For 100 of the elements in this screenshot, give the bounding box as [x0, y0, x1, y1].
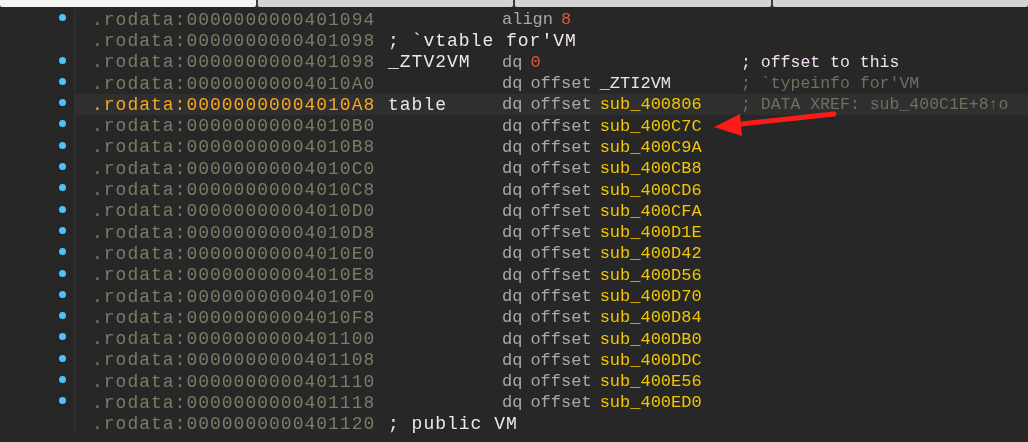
operand: sub_400DDC: [599, 350, 702, 370]
label: table: [388, 94, 447, 115]
operand-prefix: offset: [530, 116, 592, 136]
comment: ; offset to this: [741, 52, 900, 72]
operand-prefix: offset: [530, 244, 592, 264]
operand: sub_400806: [599, 95, 702, 115]
listing-row[interactable]: .rodata:00000000004010E8 dq offset sub_400D56: [0, 264, 1028, 286]
operand: sub_400C9A: [599, 137, 702, 157]
mnemonic: dq: [502, 372, 523, 392]
mnemonic: dq: [502, 329, 523, 349]
listing-row[interactable]: .rodata:00000000004010B0 dq offset sub_400C7C: [0, 115, 1028, 137]
address: .rodata:00000000004010F8: [92, 307, 377, 328]
address: .rodata:00000000004010A8: [92, 94, 377, 115]
address: .rodata:0000000000401120: [92, 414, 377, 435]
mnemonic: dq: [502, 244, 523, 264]
address: .rodata:00000000004010D8: [92, 222, 377, 243]
operand: sub_400CFA: [599, 201, 702, 221]
address: .rodata:00000000004010C8: [92, 180, 377, 200]
mnemonic: dq: [502, 159, 523, 179]
operand-prefix: offset: [530, 223, 592, 243]
mnemonic: dq: [502, 180, 523, 200]
listing-row[interactable]: .rodata:00000000004010C8 dq offset sub_400CD6: [0, 179, 1028, 201]
operand-prefix: offset: [530, 95, 592, 115]
operand-prefix: offset: [530, 350, 592, 370]
listing-row[interactable]: .rodata:00000000004010D0 dq offset sub_400CFA: [0, 200, 1028, 222]
address: .rodata:00000000004010B0: [92, 116, 377, 137]
operand: sub_400E56: [599, 372, 702, 392]
operand: sub_400DB0: [599, 329, 702, 349]
listing-row[interactable]: .rodata:00000000004010F0 dq offset sub_400D70: [0, 285, 1028, 308]
address: .rodata:0000000000401098: [92, 30, 377, 51]
mnemonic: dq: [502, 308, 523, 328]
listing-row[interactable]: .rodata:00000000004010A8 table dq offset sub_400806 ; DATA XREF: sub_400C1E+8↑o: [0, 94, 1028, 116]
listing-row[interactable]: .rodata:0000000000401100 dq offset sub_400DB0: [0, 328, 1028, 350]
address: .rodata:00000000004010C0: [92, 158, 377, 179]
address: .rodata:0000000000401098: [92, 52, 377, 73]
operand: sub_400D42: [599, 244, 702, 264]
operand: sub_400C7C: [599, 116, 702, 136]
comment: ; public VM: [388, 414, 518, 435]
label: _ZTV2VM: [388, 52, 471, 73]
address: .rodata:0000000000401110: [92, 371, 377, 392]
mnemonic: align: [502, 10, 553, 30]
listing-row[interactable]: .rodata:0000000000401120 ; public VM: [0, 413, 1028, 435]
operand: sub_400CD6: [599, 180, 702, 200]
listing-row[interactable]: .rodata:00000000004010B8 dq offset sub_400C9A: [0, 136, 1028, 159]
operand-prefix: offset: [530, 265, 592, 285]
comment: ; `typeinfo for'VM: [741, 74, 920, 94]
address: .rodata:00000000004010A0: [92, 73, 377, 94]
operand: 0: [530, 52, 541, 72]
operand: sub_400D70: [599, 287, 702, 306]
address: .rodata:00000000004010D0: [92, 201, 377, 222]
mnemonic: dq: [502, 223, 523, 243]
operand: sub_400D84: [599, 308, 702, 328]
mnemonic: dq: [502, 265, 523, 285]
listing-row[interactable]: .rodata:00000000004010A0 dq offset _ZTI2VM ; `typeinfo for'VM: [0, 72, 1028, 95]
operand-prefix: offset: [530, 137, 592, 157]
operand-prefix: offset: [530, 201, 592, 221]
address: .rodata:00000000004010F0: [92, 286, 377, 307]
listing-row[interactable]: .rodata:0000000000401098 _ZTV2VM dq 0 ; offset to this: [0, 51, 1028, 73]
listing-row[interactable]: .rodata:00000000004010D8 dq offset sub_400D1E: [0, 221, 1028, 244]
comment: ; DATA XREF: sub_400C1E+8↑o: [741, 95, 1009, 115]
mnemonic: dq: [502, 201, 523, 221]
tab[interactable]: [515, 0, 771, 7]
address: .rodata:0000000000401094: [92, 9, 377, 30]
address: .rodata:00000000004010E8: [92, 265, 377, 286]
tab[interactable]: [772, 0, 1028, 7]
address: .rodata:0000000000401118: [92, 393, 377, 413]
mnemonic: dq: [502, 95, 523, 115]
operand-prefix: offset: [530, 159, 592, 179]
operand-prefix: offset: [530, 74, 592, 94]
listing-row[interactable]: .rodata:00000000004010C0 dq offset sub_400CB8: [0, 158, 1028, 180]
operand: sub_400D1E: [599, 223, 702, 243]
operand-prefix: offset: [530, 393, 592, 413]
mnemonic: dq: [502, 393, 523, 413]
operand-prefix: offset: [530, 308, 592, 328]
address: .rodata:00000000004010B8: [92, 137, 377, 158]
operand: sub_400ED0: [599, 393, 702, 413]
operand: sub_400D56: [599, 265, 702, 285]
listing-row[interactable]: .rodata:00000000004010E0 dq offset sub_400D42: [0, 243, 1028, 265]
operand: _ZTI2VM: [599, 74, 672, 94]
mnemonic: dq: [502, 74, 523, 94]
listing-row[interactable]: .rodata:0000000000401098 ; `vtable for'VM: [0, 30, 1028, 52]
mnemonic: dq: [502, 287, 523, 306]
address: .rodata:0000000000401100: [92, 329, 377, 350]
comment: ; `vtable for'VM: [388, 30, 577, 51]
listing-row[interactable]: .rodata:00000000004010F8 dq offset sub_400D84: [0, 307, 1028, 329]
operand-prefix: offset: [530, 180, 592, 200]
address: .rodata:0000000000401108: [92, 350, 377, 371]
mnemonic: dq: [502, 350, 523, 370]
tab[interactable]: [0, 0, 256, 7]
mnemonic: dq: [502, 116, 523, 136]
listing-row[interactable]: .rodata:0000000000401118 dq offset sub_400ED0: [0, 392, 1028, 414]
listing-row[interactable]: .rodata:0000000000401108 dq offset sub_400DDC: [0, 349, 1028, 372]
mnemonic: dq: [502, 137, 523, 157]
address: .rodata:00000000004010E0: [92, 243, 377, 264]
listing-row[interactable]: .rodata:0000000000401094 align 8: [0, 9, 1028, 31]
tab[interactable]: [257, 0, 513, 7]
mnemonic: dq: [502, 52, 523, 72]
operand-prefix: offset: [530, 287, 592, 306]
listing-row[interactable]: .rodata:0000000000401110 dq offset sub_400E56: [0, 371, 1028, 393]
operand-prefix: offset: [530, 329, 592, 349]
